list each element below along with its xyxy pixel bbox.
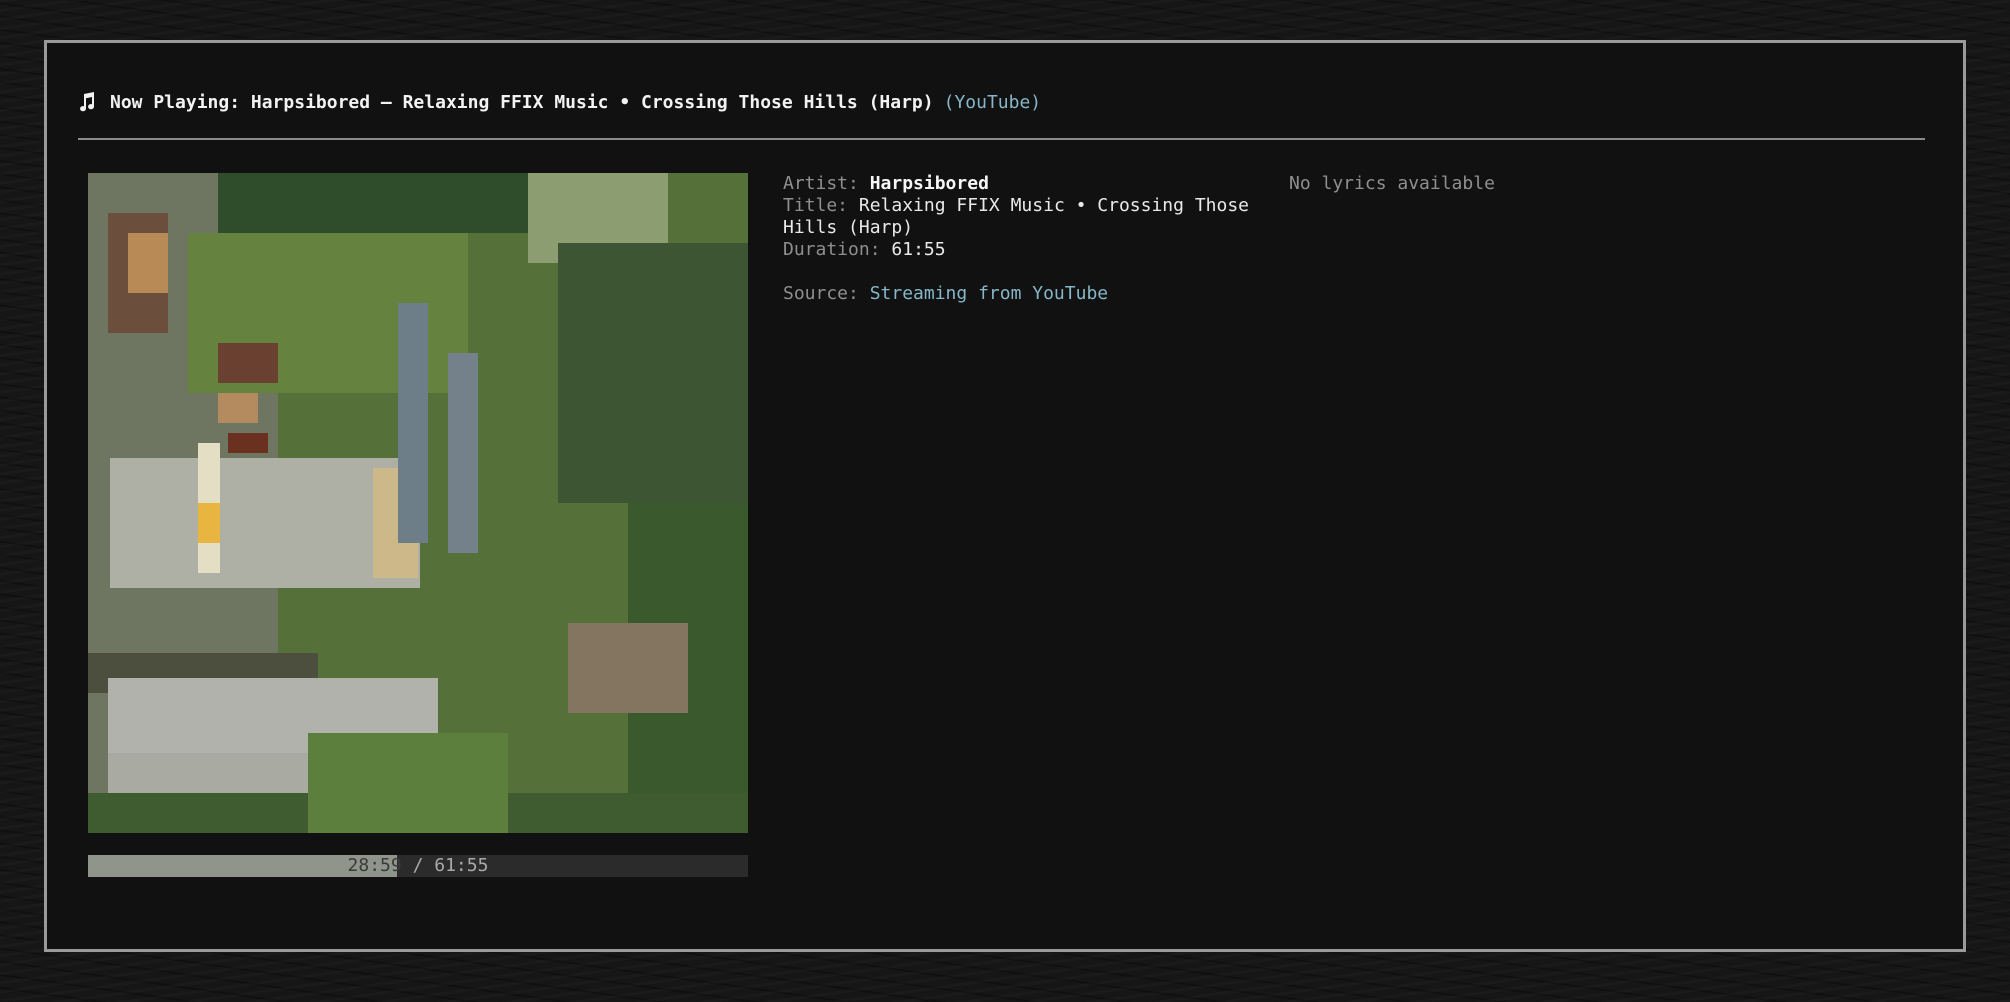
artist-row: Artist: Harpsibored — [783, 173, 1283, 195]
lyrics-text: No lyrics available — [1289, 173, 1495, 194]
now-playing-header: Now Playing: Harpsibored – Relaxing FFIX… — [78, 85, 1925, 119]
track-metadata: Artist: Harpsibored Title: Relaxing FFIX… — [783, 173, 1283, 305]
current-time: 28:59 — [347, 855, 402, 876]
playback-progress-bar[interactable]: 28:59 / 61:55 — [88, 855, 748, 877]
header-divider — [78, 138, 1925, 140]
source-row: Source: Streaming from YouTube — [783, 283, 1283, 305]
music-note-icon — [80, 92, 95, 112]
time-separator: / — [401, 855, 435, 876]
album-art — [88, 173, 748, 833]
artist-value: Harpsibored — [869, 173, 989, 194]
artist-label: Artist: — [783, 173, 859, 194]
now-playing-title: Now Playing: Harpsibored – Relaxing FFIX… — [110, 91, 934, 113]
source-value[interactable]: Streaming from YouTube — [870, 283, 1108, 304]
youtube-source-link[interactable]: (YouTube) — [944, 92, 1042, 113]
title-label: Title: — [783, 195, 849, 216]
lyrics-panel: No lyrics available — [1289, 173, 1495, 195]
progress-time: 28:59 / 61:55 — [88, 855, 748, 877]
source-label: Source: — [783, 283, 859, 304]
now-playing-panel: Now Playing: Harpsibored – Relaxing FFIX… — [44, 40, 1966, 952]
duration-row: Duration: 61:55 — [783, 239, 1283, 261]
title-row: Title: Relaxing FFIX Music • Crossing Th… — [783, 195, 1283, 239]
title-value: Relaxing FFIX Music • Crossing Those Hil… — [783, 195, 1250, 238]
duration-label: Duration: — [783, 239, 881, 260]
album-art-image — [88, 173, 748, 833]
total-time: 61:55 — [434, 855, 489, 876]
duration-value: 61:55 — [891, 239, 946, 260]
